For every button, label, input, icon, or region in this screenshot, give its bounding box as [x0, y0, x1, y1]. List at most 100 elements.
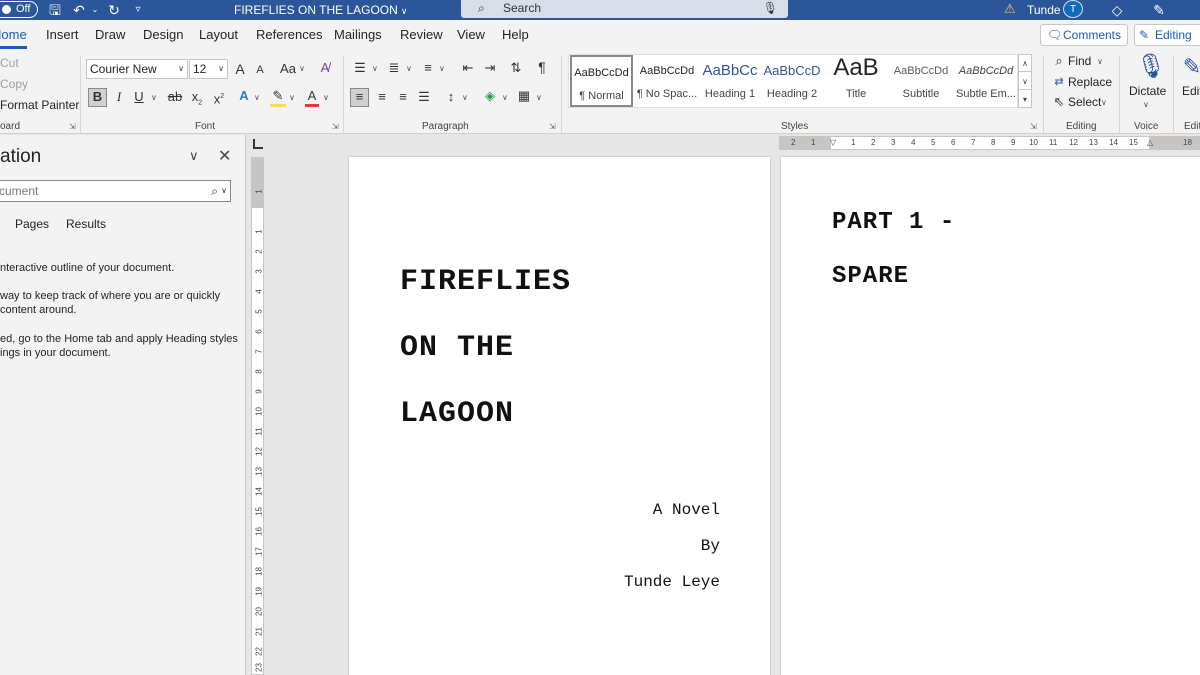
chevron-down-icon[interactable]: ∨	[372, 64, 378, 73]
save-icon[interactable]: 🖫	[46, 0, 64, 20]
decrease-indent-icon[interactable]: ⇤	[460, 60, 476, 76]
tab-mailings[interactable]: Mailings	[334, 27, 382, 42]
user-name[interactable]: Tunde	[1027, 0, 1061, 20]
font-launcher-icon[interactable]: ⇲	[332, 122, 339, 131]
search-box[interactable]: ⌕ Search 🎙︎	[461, 0, 788, 18]
show-formatting-button[interactable]: ¶	[535, 59, 549, 75]
style-no-spacing[interactable]: AaBbCcDd ¶ No Spac...	[635, 55, 699, 107]
borders-icon[interactable]: ▦	[516, 88, 532, 104]
chevron-down-icon[interactable]: ∨	[502, 93, 508, 102]
document-page-1[interactable]: FIREFLIES ON THE LAGOON A Novel By Tunde…	[349, 157, 770, 675]
redo-icon[interactable]: ↻	[105, 0, 123, 20]
horizontal-ruler[interactable]: 2 1 ▽ 1 2 3 4 5 6 7 8 9 10 11 12 13 14 1…	[779, 136, 1200, 150]
tab-home[interactable]: Home	[0, 27, 27, 49]
chevron-down-icon[interactable]: ∨	[536, 93, 542, 102]
tab-references[interactable]: References	[256, 27, 322, 42]
tab-insert[interactable]: Insert	[46, 27, 79, 42]
avatar[interactable]: T	[1063, 0, 1083, 18]
italic-button[interactable]: I	[112, 89, 126, 105]
editor-button[interactable]: Edit	[1182, 84, 1200, 98]
select-button[interactable]: Select	[1068, 95, 1101, 109]
tab-help[interactable]: Help	[502, 27, 529, 42]
tab-selector-icon[interactable]	[253, 139, 263, 149]
numbering-icon[interactable]: ≣	[386, 60, 402, 76]
close-icon[interactable]: ✕	[218, 146, 231, 166]
bullets-icon[interactable]: ☰	[352, 60, 368, 76]
chevron-down-icon[interactable]: ∨	[289, 93, 295, 102]
styles-gallery-scroll[interactable]: ∧ ∨ ▾	[1018, 54, 1032, 108]
pen-icon[interactable]: ✎	[1150, 0, 1168, 20]
underline-button[interactable]: U	[132, 89, 146, 105]
clipboard-launcher-icon[interactable]: ⇲	[69, 122, 76, 131]
bold-button[interactable]: B	[88, 88, 107, 107]
chevron-down-icon[interactable]: ∨	[254, 93, 260, 102]
style-subtle-emphasis[interactable]: AaBbCcDd Subtle Em...	[955, 55, 1017, 107]
strikethrough-button[interactable]: ab	[166, 89, 184, 105]
dictate-button[interactable]: Dictate	[1129, 84, 1166, 98]
cut-button[interactable]: Cut	[0, 56, 19, 70]
chevron-down-icon[interactable]: ∨	[462, 93, 468, 102]
tab-review[interactable]: Review	[400, 27, 443, 42]
chevron-down-icon[interactable]: ∨	[1143, 100, 1149, 109]
style-heading-2[interactable]: AaBbCcD Heading 2	[763, 55, 821, 107]
find-button[interactable]: Find	[1068, 54, 1091, 68]
subscript-button[interactable]: x2	[190, 89, 204, 112]
style-subtitle[interactable]: AaBbCcDd Subtitle	[889, 55, 953, 107]
vertical-ruler[interactable]: 1 1 2 3 4 5 6 7 8 9 10 11 12 13 14 15 16…	[245, 135, 270, 675]
increase-indent-icon[interactable]: ⇥	[482, 60, 498, 76]
shading-icon[interactable]: ◈	[482, 88, 498, 104]
justify-icon[interactable]: ☰	[416, 89, 432, 105]
style-title[interactable]: AaB Title	[825, 54, 887, 107]
document-canvas[interactable]: FIREFLIES ON THE LAGOON A Novel By Tunde…	[270, 150, 1200, 675]
document-page-2[interactable]: PART 1 - SPARE	[781, 157, 1200, 675]
align-left-icon[interactable]: ≡	[350, 88, 369, 107]
chevron-up-icon[interactable]: ∧	[1019, 55, 1031, 72]
navigation-search-input[interactable]: cument ⌕ ∨	[0, 180, 231, 202]
warning-icon[interactable]: ⚠	[1004, 1, 1016, 17]
chevron-down-icon[interactable]: ∨	[1097, 57, 1103, 66]
chevron-down-icon[interactable]: ∨	[221, 181, 227, 201]
style-normal[interactable]: AaBbCcDd ¶ Normal	[570, 55, 633, 107]
style-heading-1[interactable]: AaBbCc Heading 1	[701, 55, 759, 107]
align-right-icon[interactable]: ≡	[395, 89, 411, 105]
highlight-icon[interactable]: ✎	[270, 88, 286, 107]
font-size-select[interactable]: 12 ∨	[189, 59, 228, 79]
tab-design[interactable]: Design	[143, 27, 183, 42]
indent-marker-icon[interactable]: ▽	[830, 138, 836, 147]
grow-font-icon[interactable]: A	[232, 61, 248, 77]
superscript-button[interactable]: x2	[212, 89, 226, 107]
microphone-icon[interactable]: 🎙︎	[763, 0, 778, 17]
comments-button[interactable]: 🗨︎ Comments	[1040, 24, 1128, 46]
replace-button[interactable]: Replace	[1068, 75, 1112, 89]
chevron-down-icon[interactable]: ∨	[323, 93, 329, 102]
tab-view[interactable]: View	[457, 27, 485, 42]
paragraph-launcher-icon[interactable]: ⇲	[549, 122, 556, 131]
right-indent-marker-icon[interactable]: △	[1147, 138, 1153, 147]
tab-pages[interactable]: Pages	[15, 217, 49, 231]
customize-toolbar-icon[interactable]: ▿	[132, 0, 144, 20]
chevron-down-icon[interactable]: ∨	[1019, 73, 1031, 90]
align-center-icon[interactable]: ≡	[374, 89, 390, 105]
replace-icon[interactable]: ⇄	[1051, 74, 1067, 90]
font-family-select[interactable]: Courier New ∨	[86, 59, 188, 79]
multilevel-list-icon[interactable]: ≡	[420, 60, 436, 76]
clear-formatting-icon[interactable]: A̸	[316, 60, 334, 76]
chevron-down-icon[interactable]: ∨	[151, 93, 157, 102]
chevron-down-icon[interactable]: ∨	[439, 64, 445, 73]
undo-icon[interactable]: ↶	[70, 0, 88, 20]
line-spacing-icon[interactable]: ↕	[443, 89, 459, 105]
undo-dropdown-icon[interactable]: ⌄	[90, 0, 100, 20]
sort-icon[interactable]: ⇅	[508, 60, 524, 76]
copy-button[interactable]: Copy	[0, 77, 28, 91]
diamond-icon[interactable]: ◇	[1108, 0, 1126, 20]
microphone-icon[interactable]: 🎙︎	[1136, 52, 1166, 82]
change-case-button[interactable]: Aa	[279, 61, 297, 77]
shrink-font-icon[interactable]: A	[253, 62, 267, 78]
document-title[interactable]: FIREFLIES ON THE LAGOON ∨	[234, 0, 407, 20]
chevron-down-icon[interactable]: ∨	[1101, 98, 1107, 107]
select-icon[interactable]: ⇖	[1051, 94, 1067, 110]
chevron-down-icon[interactable]: ∨	[299, 64, 305, 73]
more-styles-icon[interactable]: ▾	[1019, 91, 1031, 108]
editor-icon[interactable]: ✎	[1182, 52, 1200, 82]
tab-draw[interactable]: Draw	[95, 27, 125, 42]
